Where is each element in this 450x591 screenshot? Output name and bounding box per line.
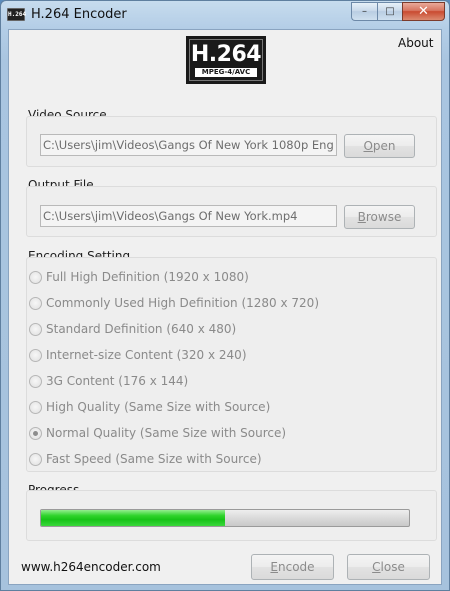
- browse-button[interactable]: Browse: [344, 205, 415, 229]
- about-link[interactable]: About: [398, 36, 433, 50]
- close-window-button[interactable]: ✕: [402, 2, 445, 21]
- maximize-icon: □: [385, 6, 395, 17]
- app-window: H.264 H.264 Encoder – □ ✕ H.264 MPEG-4/A…: [0, 0, 450, 591]
- encoding-option[interactable]: Internet-size Content (320 x 240): [29, 346, 247, 364]
- encode-button-label: ncode: [278, 560, 315, 574]
- encoding-option-label: Full High Definition (1920 x 1080): [46, 270, 249, 284]
- encoding-option-label: High Quality (Same Size with Source): [46, 400, 271, 414]
- radio-button[interactable]: [29, 296, 42, 310]
- radio-button[interactable]: [29, 322, 42, 336]
- open-button-mnemonic: O: [363, 139, 373, 153]
- app-icon: H.264: [7, 8, 26, 21]
- close-button-mnemonic: C: [372, 560, 381, 574]
- radio-button[interactable]: [29, 270, 42, 284]
- minimize-button[interactable]: –: [351, 2, 377, 21]
- output-file-path-field[interactable]: C:\Users\jim\Videos\Gangs Of New York.mp…: [40, 205, 337, 227]
- open-button[interactable]: Open: [344, 134, 415, 158]
- encoding-option-label: Standard Definition (640 x 480): [46, 322, 237, 336]
- h264-logo: H.264 MPEG-4/AVC: [186, 36, 266, 84]
- radio-button[interactable]: [29, 374, 42, 388]
- encoding-option-label: 3G Content (176 x 144): [46, 374, 189, 388]
- encoding-option[interactable]: Standard Definition (640 x 480): [29, 320, 236, 338]
- encoding-option-label: Fast Speed (Same Size with Source): [46, 452, 262, 466]
- title-bar[interactable]: H.264 H.264 Encoder – □ ✕: [1, 1, 449, 29]
- browse-button-mnemonic: B: [357, 210, 366, 224]
- encoding-option[interactable]: Full High Definition (1920 x 1080): [29, 268, 249, 286]
- encoding-option-label: Internet-size Content (320 x 240): [46, 348, 247, 362]
- close-icon: ✕: [418, 4, 429, 19]
- encode-button[interactable]: Encode: [251, 554, 334, 580]
- open-button-label: pen: [372, 139, 396, 153]
- encoding-option[interactable]: Fast Speed (Same Size with Source): [29, 450, 262, 468]
- progress-bar: [40, 509, 410, 527]
- video-source-path-field[interactable]: C:\Users\jim\Videos\Gangs Of New York 10…: [40, 134, 337, 156]
- encoding-option[interactable]: Commonly Used High Definition (1280 x 72…: [29, 294, 319, 312]
- radio-button[interactable]: [29, 348, 42, 362]
- close-button-label: lose: [380, 560, 405, 574]
- logo-main-text: H.264: [190, 42, 262, 67]
- radio-button[interactable]: [29, 400, 42, 414]
- website-link[interactable]: www.h264encoder.com: [21, 560, 161, 574]
- maximize-button[interactable]: □: [377, 2, 402, 21]
- radio-button[interactable]: [29, 452, 42, 466]
- close-button[interactable]: Close: [347, 554, 430, 580]
- encoding-option[interactable]: Normal Quality (Same Size with Source): [29, 424, 286, 442]
- radio-button[interactable]: [29, 426, 42, 440]
- encoding-option-label: Normal Quality (Same Size with Source): [46, 426, 287, 440]
- caption-buttons: – □ ✕: [351, 2, 445, 22]
- browse-button-label: rowse: [365, 210, 402, 224]
- encoding-option-label: Commonly Used High Definition (1280 x 72…: [46, 296, 319, 310]
- minimize-icon: –: [362, 6, 367, 17]
- encode-button-mnemonic: E: [270, 560, 279, 574]
- client-area: H.264 MPEG-4/AVC About Video Source C:\U…: [8, 29, 442, 585]
- encoding-option[interactable]: 3G Content (176 x 144): [29, 372, 188, 390]
- progress-bar-fill: [41, 510, 225, 526]
- window-title: H.264 Encoder: [31, 7, 127, 22]
- logo-sub-text: MPEG-4/AVC: [195, 68, 257, 77]
- encoding-option[interactable]: High Quality (Same Size with Source): [29, 398, 270, 416]
